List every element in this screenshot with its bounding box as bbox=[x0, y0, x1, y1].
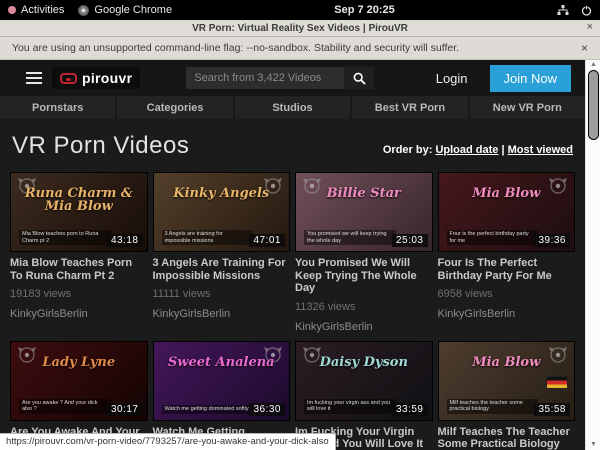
network-tray-icon[interactable] bbox=[557, 5, 569, 16]
nav-item-pornstars[interactable]: Pornstars bbox=[0, 96, 117, 119]
video-thumbnail[interactable]: Billie Star You promised we will keep tr… bbox=[295, 172, 433, 252]
thumbnail-overlay-name: Daisy Dyson bbox=[296, 356, 432, 369]
video-title-link[interactable]: Milf Teaches The Teacher Some Practical … bbox=[438, 426, 576, 450]
duration-badge: 30:17 bbox=[107, 403, 143, 416]
video-grid: Runa Charm & Mia Blow Mia Blow teaches p… bbox=[10, 172, 575, 450]
thumbnail-overlay-name: Lady Lyne bbox=[11, 356, 147, 369]
order-most-viewed-link[interactable]: Most viewed bbox=[508, 144, 573, 156]
video-card: Mia Blow Four is the perfect birthday pa… bbox=[438, 172, 576, 333]
video-thumbnail[interactable]: Kinky Angels 3 Angels are training for i… bbox=[153, 172, 291, 252]
video-thumbnail[interactable]: Runa Charm & Mia Blow Mia Blow teaches p… bbox=[10, 172, 148, 252]
thumbnail-caption: Mia Blow teaches porn to Runa Charm pt 2 bbox=[19, 230, 111, 245]
activities-button[interactable]: Activities bbox=[8, 4, 64, 16]
duration-badge: 25:03 bbox=[392, 234, 428, 247]
activities-label: Activities bbox=[21, 4, 64, 16]
order-by-controls: Order by: Upload date | Most viewed bbox=[383, 144, 573, 160]
system-top-bar: Activities Google Chrome Sep 7 20:25 bbox=[0, 0, 600, 20]
chrome-app-icon bbox=[78, 5, 89, 16]
video-views: 19183 views bbox=[10, 288, 148, 300]
thumbnail-caption: Four is the perfect birthday party for m… bbox=[447, 230, 539, 245]
video-card: Mia Blow Milf teaches the teacher some p… bbox=[438, 341, 576, 450]
main-nav: Pornstars Categories Studios Best VR Por… bbox=[0, 96, 585, 119]
duration-badge: 35:58 bbox=[534, 403, 570, 416]
video-card: Billie Star You promised we will keep tr… bbox=[295, 172, 433, 333]
duration-badge: 39:36 bbox=[534, 234, 570, 247]
login-link[interactable]: Login bbox=[436, 71, 468, 86]
window-title: VR Porn: Virtual Reality Sex Videos | Pi… bbox=[192, 23, 408, 34]
search-icon bbox=[353, 72, 366, 85]
thumbnail-caption: Watch me getting dominated softly bbox=[162, 405, 254, 414]
thumbnail-caption: Milf teaches the teacher some practical … bbox=[447, 399, 539, 414]
window-close-button[interactable]: × bbox=[587, 21, 593, 33]
video-views: 6958 views bbox=[438, 288, 576, 300]
thumbnail-overlay-name: Runa Charm & Mia Blow bbox=[11, 187, 147, 213]
power-tray-icon[interactable] bbox=[581, 5, 592, 16]
scroll-up-arrow-icon[interactable]: ▲ bbox=[586, 61, 600, 69]
video-thumbnail[interactable]: Lady Lyne Are you awake ? And your dick … bbox=[10, 341, 148, 421]
thumbnail-caption: Are you awake ? And your dick also ? bbox=[19, 399, 111, 414]
video-thumbnail[interactable]: Mia Blow Four is the perfect birthday pa… bbox=[438, 172, 576, 252]
video-views: 11326 views bbox=[295, 301, 433, 313]
video-views: 11111 views bbox=[153, 288, 291, 300]
video-card: Kinky Angels 3 Angels are training for i… bbox=[153, 172, 291, 333]
thumbnail-overlay-name: Sweet Analena bbox=[154, 356, 290, 369]
page-scrollbar[interactable]: ▲ ▼ bbox=[585, 60, 600, 450]
clock[interactable]: Sep 7 20:25 bbox=[172, 4, 557, 16]
video-title-link[interactable]: Four Is The Perfect Birthday Party For M… bbox=[438, 257, 576, 282]
hamburger-menu-icon[interactable] bbox=[26, 69, 42, 87]
nav-item-new-vr-porn[interactable]: New VR Porn bbox=[470, 96, 585, 119]
join-now-button[interactable]: Join Now bbox=[490, 65, 571, 92]
thumbnail-caption: You promised we will keep trying the who… bbox=[304, 230, 396, 245]
site-logo[interactable]: pirouvr bbox=[52, 67, 140, 89]
duration-badge: 43:18 bbox=[107, 234, 143, 247]
scrollbar-thumb[interactable] bbox=[588, 70, 599, 140]
video-title-link[interactable]: You Promised We Will Keep Trying The Who… bbox=[295, 257, 433, 295]
nav-item-categories[interactable]: Categories bbox=[117, 96, 234, 119]
chrome-infobar: You are using an unsupported command-lin… bbox=[0, 37, 600, 60]
nav-item-best-vr-porn[interactable]: Best VR Porn bbox=[352, 96, 469, 119]
thumbnail-caption: 3 Angels are training for impossible mis… bbox=[162, 230, 254, 245]
video-title-link[interactable]: Mia Blow Teaches Porn To Runa Charm Pt 2 bbox=[10, 257, 148, 282]
video-thumbnail[interactable]: Daisy Dyson Im fucking your virgin ass a… bbox=[295, 341, 433, 421]
app-name-label: Google Chrome bbox=[94, 4, 172, 16]
thumbnail-overlay-name: Kinky Angels bbox=[154, 187, 290, 200]
notification-dot-icon bbox=[8, 6, 16, 14]
vr-headset-icon bbox=[60, 73, 77, 84]
content-area: VR Porn Videos Order by: Upload date | M… bbox=[0, 132, 585, 450]
thumbnail-overlay-name: Mia Blow bbox=[439, 356, 575, 369]
browser-title-bar: VR Porn: Virtual Reality Sex Videos | Pi… bbox=[0, 20, 600, 37]
duration-badge: 36:30 bbox=[249, 403, 285, 416]
video-studio-link[interactable]: KinkyGirlsBerlin bbox=[10, 308, 148, 320]
thumbnail-overlay-name: Mia Blow bbox=[439, 187, 575, 200]
order-upload-date-link[interactable]: Upload date bbox=[435, 144, 498, 156]
search-button[interactable] bbox=[344, 67, 374, 89]
infobar-message: You are using an unsupported command-lin… bbox=[10, 42, 590, 54]
video-studio-link[interactable]: KinkyGirlsBerlin bbox=[295, 321, 433, 333]
order-by-label: Order by: bbox=[383, 144, 433, 156]
active-app-menu[interactable]: Google Chrome bbox=[78, 4, 172, 16]
video-thumbnail[interactable]: Sweet Analena Watch me getting dominated… bbox=[153, 341, 291, 421]
infobar-close-button[interactable]: × bbox=[581, 41, 588, 55]
search-input[interactable] bbox=[186, 67, 344, 89]
duration-badge: 47:01 bbox=[249, 234, 285, 247]
nav-item-studios[interactable]: Studios bbox=[235, 96, 352, 119]
thumbnail-caption: Im fucking your virgin ass and you will … bbox=[304, 399, 396, 414]
scroll-down-arrow-icon[interactable]: ▼ bbox=[586, 441, 600, 449]
video-thumbnail[interactable]: Mia Blow Milf teaches the teacher some p… bbox=[438, 341, 576, 421]
logo-text: pirouvr bbox=[82, 70, 132, 86]
germany-flag-icon bbox=[546, 376, 568, 389]
site-header: pirouvr Login Join Now bbox=[0, 60, 585, 96]
web-page: pirouvr Login Join Now Pornstars Categor… bbox=[0, 60, 600, 450]
video-studio-link[interactable]: KinkyGirlsBerlin bbox=[153, 308, 291, 320]
search-bar bbox=[186, 67, 374, 89]
video-studio-link[interactable]: KinkyGirlsBerlin bbox=[438, 308, 576, 320]
thumbnail-overlay-name: Billie Star bbox=[296, 187, 432, 200]
video-card: Runa Charm & Mia Blow Mia Blow teaches p… bbox=[10, 172, 148, 333]
duration-badge: 33:59 bbox=[392, 403, 428, 416]
video-title-link[interactable]: 3 Angels Are Training For Impossible Mis… bbox=[153, 257, 291, 282]
page-title: VR Porn Videos bbox=[12, 132, 189, 160]
status-url-bubble: https://pirouvr.com/vr-porn-video/779325… bbox=[0, 433, 336, 450]
